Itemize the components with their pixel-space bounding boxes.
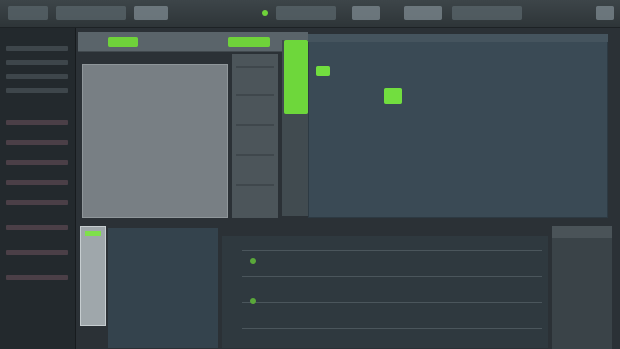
toolbar-segment[interactable]	[452, 6, 522, 20]
browser-item[interactable]	[6, 60, 68, 65]
browser-item[interactable]	[6, 250, 68, 255]
tempo-display[interactable]	[134, 6, 168, 20]
right-panel[interactable]	[552, 226, 612, 349]
browser-item[interactable]	[6, 225, 68, 230]
main-toolbar	[0, 0, 620, 28]
browser-item[interactable]	[6, 160, 68, 165]
browser-item[interactable]	[6, 180, 68, 185]
channel-row[interactable]	[236, 184, 274, 186]
swing-indicator[interactable]	[228, 37, 270, 47]
play-icon[interactable]	[262, 10, 268, 16]
transport-controls[interactable]	[276, 6, 336, 20]
menu-bar[interactable]	[8, 6, 48, 20]
channel-rack-header[interactable]	[78, 32, 308, 52]
browser-item[interactable]	[6, 200, 68, 205]
mixer-row	[242, 302, 542, 303]
mixer-strip[interactable]	[80, 226, 106, 326]
note-block[interactable]	[384, 88, 402, 104]
channel-rack[interactable]	[82, 64, 228, 218]
channel-row[interactable]	[236, 154, 274, 156]
playlist-timeline[interactable]	[308, 34, 608, 42]
browser-item[interactable]	[6, 140, 68, 145]
channel-row[interactable]	[236, 94, 274, 96]
instrument-panel[interactable]	[108, 228, 218, 348]
time-display	[404, 6, 442, 20]
browser-item[interactable]	[6, 120, 68, 125]
browser-item[interactable]	[6, 74, 68, 79]
record-icon[interactable]	[250, 258, 256, 264]
playlist[interactable]	[308, 34, 608, 218]
channel-row[interactable]	[236, 66, 274, 68]
level-meter	[85, 231, 101, 236]
pattern-selector[interactable]	[352, 6, 380, 20]
step-button[interactable]	[284, 40, 308, 114]
toolbar-segment[interactable]	[56, 6, 126, 20]
browser-item[interactable]	[6, 88, 68, 93]
browser-item[interactable]	[6, 275, 68, 280]
channel-list[interactable]	[232, 54, 278, 218]
browser-item[interactable]	[6, 46, 68, 51]
mixer-row	[242, 250, 542, 251]
right-panel-header	[552, 226, 612, 238]
stop-icon[interactable]	[250, 298, 256, 304]
mixer-panel[interactable]	[222, 236, 548, 348]
mixer-row	[242, 276, 542, 277]
note-block[interactable]	[316, 66, 330, 76]
channel-row[interactable]	[236, 124, 274, 126]
mixer-row	[242, 328, 542, 329]
pattern-indicator[interactable]	[108, 37, 138, 47]
window-controls[interactable]	[596, 6, 614, 20]
